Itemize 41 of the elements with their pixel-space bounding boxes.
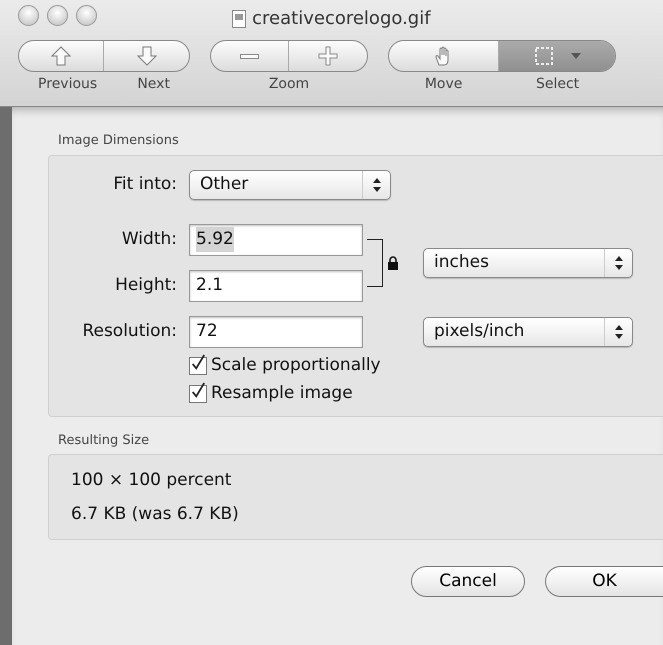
minus-icon xyxy=(240,54,259,58)
document-icon xyxy=(232,10,246,28)
checkbox[interactable] xyxy=(189,384,207,402)
group-title: Resulting Size xyxy=(58,432,150,450)
toolbar-label: Select xyxy=(536,75,580,94)
down-arrow-icon xyxy=(136,45,158,67)
selection-icon xyxy=(533,45,555,67)
minimize-button[interactable] xyxy=(47,4,68,26)
lock-icon xyxy=(387,256,399,270)
checkbox-label: Resample image xyxy=(211,382,353,405)
popup-menu[interactable]: pixels/inch xyxy=(423,316,633,346)
result-text: 100 × 100 percent xyxy=(71,469,232,492)
zoom-button[interactable] xyxy=(76,4,97,26)
toolbar-button[interactable] xyxy=(499,41,615,71)
toolbar-label: Previous xyxy=(38,75,98,94)
input-field[interactable]: 72 xyxy=(189,316,363,348)
field-label: Resolution: xyxy=(81,320,178,343)
popup-menu[interactable]: inches xyxy=(423,248,633,278)
toolbar-label: Zoom xyxy=(268,75,310,94)
plus-icon xyxy=(317,45,339,67)
input-field[interactable]: 2.1 xyxy=(189,270,363,302)
result-text: 6.7 KB (was 6.7 KB) xyxy=(71,503,240,526)
checkbox[interactable] xyxy=(189,356,207,374)
popup-menu[interactable]: Other xyxy=(189,170,391,200)
caret-icon xyxy=(571,53,581,59)
checkbox-label: Scale proportionally xyxy=(211,354,381,377)
close-button[interactable] xyxy=(18,4,39,26)
stepper-arrows-icon xyxy=(614,324,622,338)
toolbar-label: Next xyxy=(137,75,170,94)
window-title: creativecorelogo.gif xyxy=(252,8,431,29)
toolbar-label: Move xyxy=(424,75,462,94)
up-arrow-icon xyxy=(50,45,72,67)
field-label: Width: xyxy=(120,228,178,251)
input-field[interactable]: 5.92 xyxy=(189,224,363,256)
stepper-arrows-icon xyxy=(614,256,622,270)
field-label: Fit into: xyxy=(112,172,178,196)
dialog-button[interactable]: OK xyxy=(545,566,663,597)
group-title: Image Dimensions xyxy=(58,132,180,150)
field-label: Height: xyxy=(114,274,178,297)
dialog-button[interactable]: Cancel xyxy=(411,566,525,597)
stepper-arrows-icon xyxy=(372,178,380,192)
